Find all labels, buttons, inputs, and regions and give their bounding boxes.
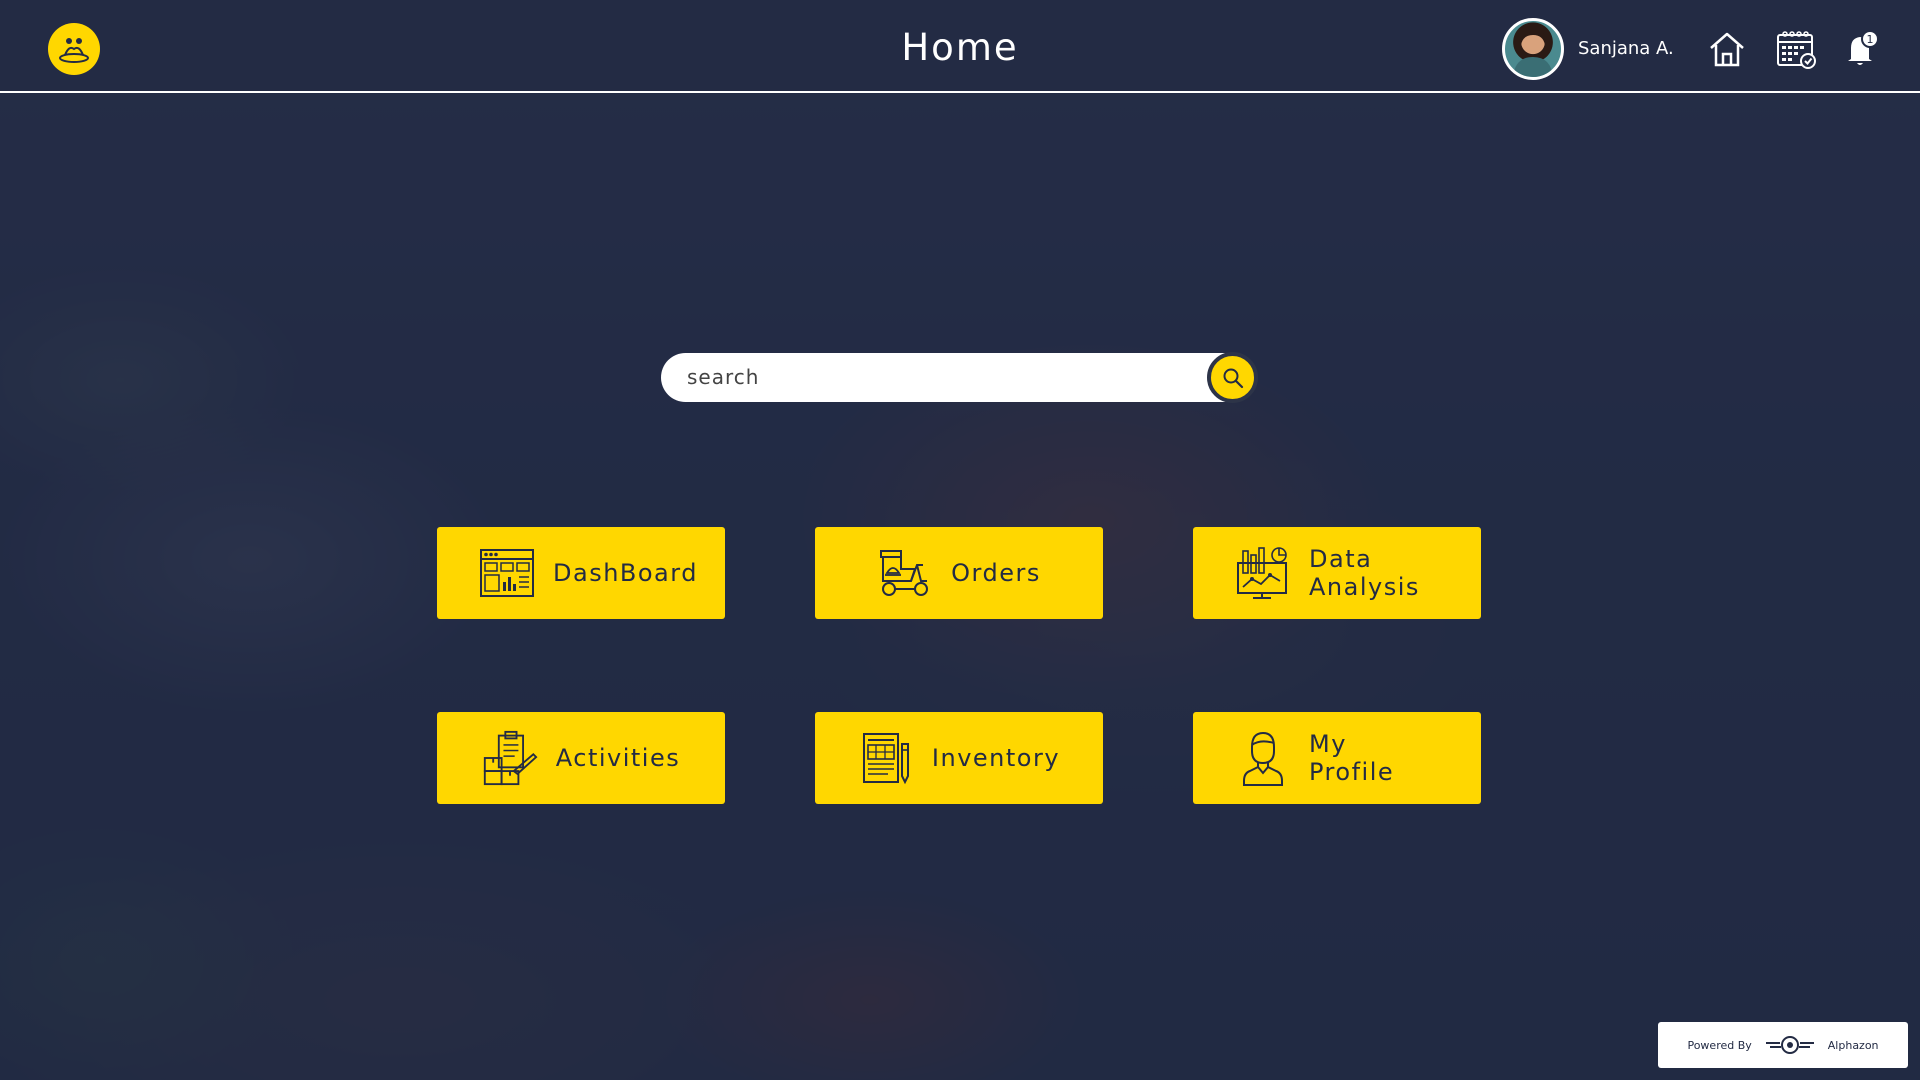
search-input[interactable] [687,361,1187,393]
tile-dashboard[interactable]: DashBoard [437,527,725,619]
tile-label: Inventory [931,744,1061,772]
company-name: Alphazon [1827,1038,1879,1052]
bell-icon[interactable]: 1 [1840,28,1882,70]
search-button[interactable] [1207,352,1258,403]
search-icon [1223,368,1243,388]
tile-label: Activities [555,744,681,772]
home-icon[interactable] [1706,28,1748,70]
data-analysis-icon [1235,545,1291,601]
calendar-icon[interactable] [1775,28,1817,70]
tile-orders[interactable]: Orders [815,527,1103,619]
tile-label: My Profile [1309,730,1395,786]
avatar[interactable] [1502,18,1564,80]
tile-data-analysis[interactable]: Data Analysis [1193,527,1481,619]
tile-activities[interactable]: Activities [437,712,725,804]
tile-label: DashBoard [553,559,698,587]
powered-by-label: Powered By [1687,1038,1752,1052]
inventory-icon [858,730,914,786]
search-bar [661,353,1257,402]
tile-label: Data Analysis [1309,545,1420,601]
tile-my-profile[interactable]: My Profile [1193,712,1481,804]
activities-icon [482,730,538,786]
tile-inventory[interactable]: Inventory [815,712,1103,804]
notification-count: 1 [1867,33,1874,46]
tile-label: Orders [951,559,1041,587]
profile-icon [1235,730,1291,786]
delivery-scooter-icon [877,545,933,601]
dashboard-icon [479,545,535,601]
top-header: Home Sanjana A. 1 [0,0,1920,93]
powered-by-badge[interactable]: Powered By Alphazon [1658,1022,1908,1068]
alphazon-logo-icon [1765,1036,1814,1054]
user-name[interactable]: Sanjana A. [1578,38,1674,59]
logo-icon[interactable] [48,23,100,75]
